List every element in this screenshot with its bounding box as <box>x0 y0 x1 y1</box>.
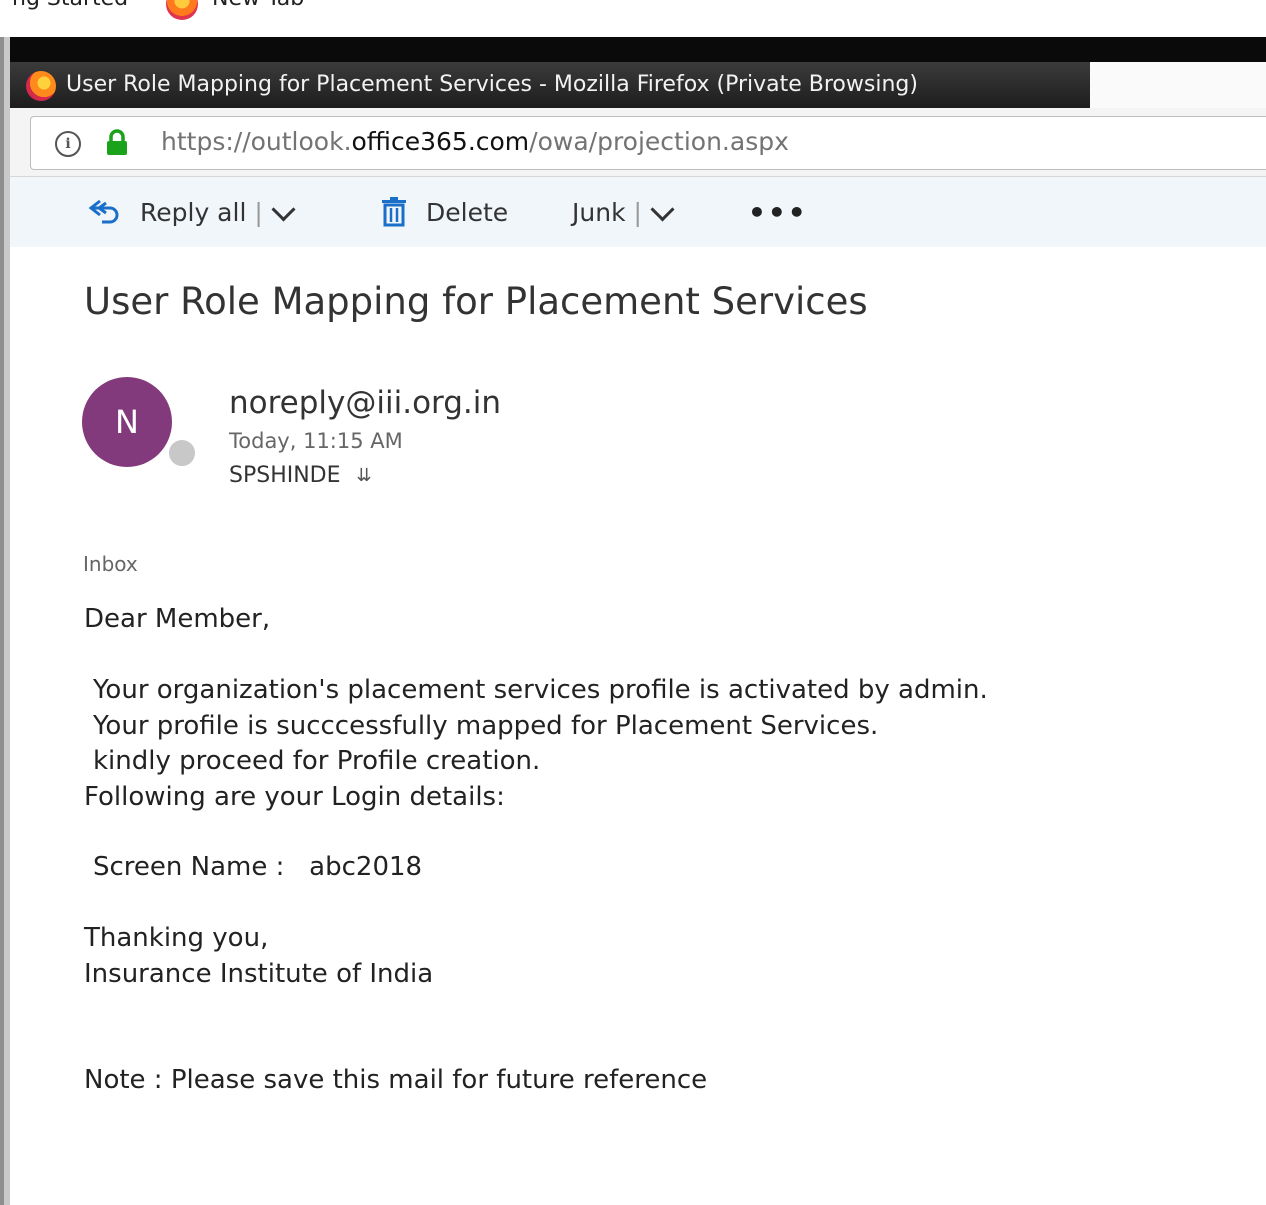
bookmark-new-tab[interactable]: New Tab <box>212 0 304 11</box>
body-screen-name: Screen Name : abc2018 <box>93 852 423 882</box>
info-icon[interactable]: i <box>55 131 81 157</box>
folder-label: Inbox <box>83 552 138 576</box>
body-line-2: Your profile is succcessfully mapped for… <box>93 711 879 741</box>
expand-icon[interactable]: ⇊ <box>357 465 372 486</box>
avatar[interactable]: N <box>82 377 172 467</box>
toolbar-separator: | <box>254 197 263 227</box>
url-host: office365.com <box>351 127 530 156</box>
reply-all-button[interactable]: Reply all | <box>88 177 298 247</box>
bookmarks-bar: ng Started New Tab <box>0 0 1266 37</box>
body-line-4: Following are your Login details: <box>84 782 505 812</box>
body-thanks: Thanking you, <box>84 923 269 953</box>
lock-icon[interactable] <box>103 129 131 157</box>
body-line-1: Your organization's placement services p… <box>93 675 988 705</box>
junk-button[interactable]: Junk | <box>572 177 677 247</box>
body-signature: Insurance Institute of India <box>84 959 434 989</box>
toolbar-separator: | <box>633 197 642 227</box>
body-greeting: Dear Member, <box>84 604 271 634</box>
window-frame-top <box>10 37 1266 62</box>
junk-label: Junk <box>572 197 626 227</box>
url-prefix: https://outlook. <box>161 127 352 156</box>
recipient-line[interactable]: SPSHINDE ⇊ <box>229 463 372 488</box>
more-actions-button[interactable]: ••• <box>748 177 808 247</box>
sender-address[interactable]: noreply@iii.org.in <box>229 385 501 421</box>
window-title: User Role Mapping for Placement Services… <box>66 72 918 97</box>
presence-icon <box>166 437 198 469</box>
chevron-down-icon[interactable] <box>650 196 675 222</box>
url-text[interactable]: https://outlook.office365.com/owa/projec… <box>161 127 789 156</box>
url-bar[interactable]: i https://outlook.office365.com/owa/proj… <box>30 116 1266 170</box>
delete-button[interactable]: Delete <box>380 177 508 247</box>
titlebar-blank-area <box>1090 62 1266 108</box>
bookmark-getting-started[interactable]: ng Started <box>12 0 128 11</box>
delete-label: Delete <box>426 197 509 227</box>
delete-icon <box>382 197 406 227</box>
message-toolbar: Reply all | Delete Junk | ••• <box>10 177 1266 247</box>
reply-all-label: Reply all <box>140 197 247 227</box>
desktop-edge-shadow <box>0 37 4 1205</box>
url-path: /owa/projection.aspx <box>529 127 789 156</box>
body-note: Note : Please save this mail for future … <box>84 1065 708 1095</box>
navigation-toolbar: i https://outlook.office365.com/owa/proj… <box>10 108 1266 177</box>
message-subject: User Role Mapping for Placement Services <box>84 280 868 323</box>
chevron-down-icon[interactable] <box>271 196 296 222</box>
firefox-icon <box>166 0 198 20</box>
firefox-icon <box>26 71 56 101</box>
body-line-3: kindly proceed for Profile creation. <box>93 746 541 776</box>
reply-all-icon <box>88 199 119 224</box>
avatar-initial: N <box>115 403 139 441</box>
message-date: Today, 11:15 AM <box>229 429 403 453</box>
window-titlebar[interactable]: User Role Mapping for Placement Services… <box>10 62 1266 108</box>
more-icon: ••• <box>748 195 808 229</box>
recipient-name[interactable]: SPSHINDE <box>229 463 341 488</box>
